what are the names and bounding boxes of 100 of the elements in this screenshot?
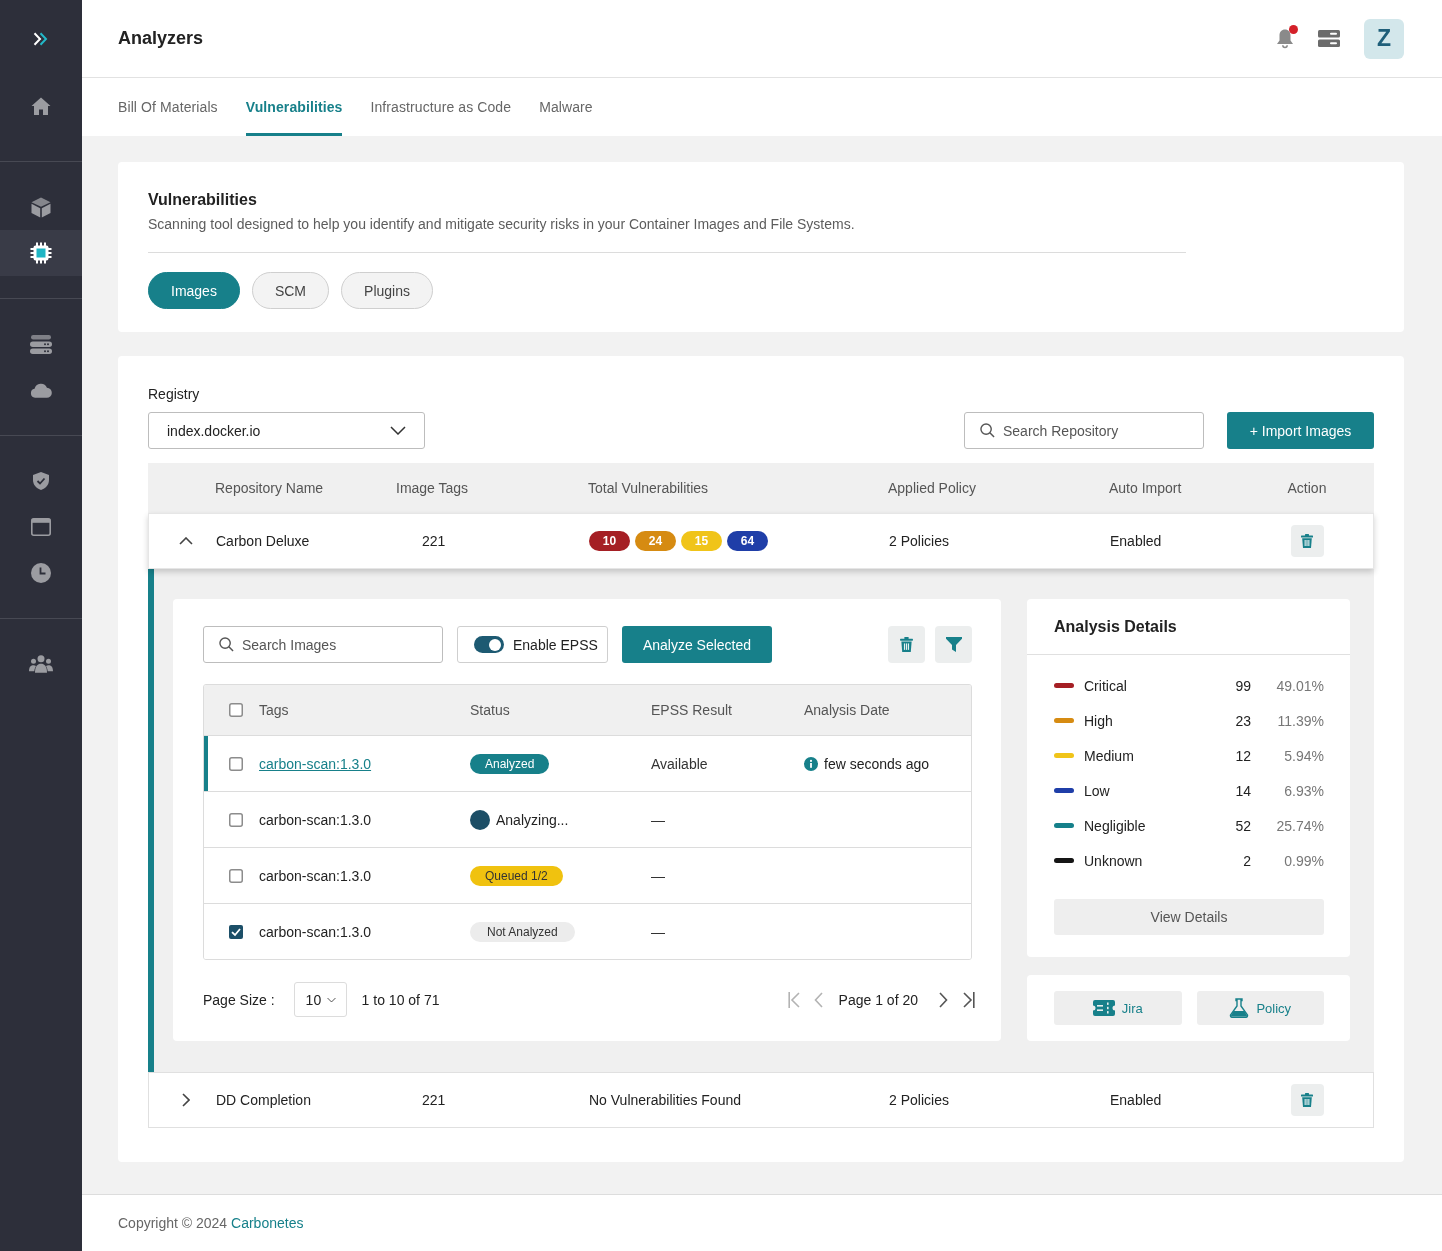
severity-percent: 0.99%	[1283, 852, 1324, 869]
status-tag: Analyzed	[470, 753, 550, 774]
column-header: Analysis Date	[804, 702, 891, 718]
company-link[interactable]: Carbonetes	[231, 1215, 304, 1231]
server-stack-icon[interactable]	[1318, 30, 1340, 47]
analysis-date: few seconds ago	[824, 755, 930, 772]
search-repository-field[interactable]: Search Repository	[964, 412, 1204, 449]
image-tag-link[interactable]: carbon-scan:1.3.0	[259, 755, 372, 772]
checkbox[interactable]	[229, 703, 243, 717]
status-tag: Queued 1/2	[470, 865, 563, 886]
tab[interactable]: Bill Of Materials	[118, 78, 218, 136]
page-indicator: Page 1 of 20	[838, 991, 918, 1008]
severity-count: 23	[1235, 712, 1251, 729]
section-description: Scanning tool designed to help you identify and mitigate security risks in your Container Images and File Systems.	[148, 216, 856, 232]
filter-button[interactable]	[935, 626, 972, 663]
severity-percent: 49.01%	[1275, 677, 1324, 694]
image-tag: carbon-scan:1.3.0	[259, 867, 372, 884]
applied-policy: 2 Policies	[889, 533, 949, 549]
column-header: Applied Policy	[888, 480, 977, 496]
search-images-field[interactable]: Search Images	[203, 626, 443, 663]
server-stack-icon	[30, 334, 52, 354]
search-icon	[980, 423, 995, 438]
column-header: Auto Import	[1109, 480, 1183, 496]
image-tag: carbon-scan:1.3.0	[259, 811, 372, 828]
tab[interactable]: Infrastructure as Code	[370, 78, 512, 136]
epss-toggle-button[interactable]: Enable EPSS	[457, 626, 608, 663]
severity-count: 12	[1235, 747, 1251, 764]
chevron-down-icon	[327, 996, 337, 1003]
tab[interactable]: Vulnerabilities	[245, 78, 343, 136]
expand-sidebar-icon[interactable]	[33, 31, 49, 46]
vulnerability-count: 64	[727, 531, 768, 551]
toggle-switch[interactable]	[474, 636, 504, 653]
integration-button[interactable]: Jira	[1054, 991, 1182, 1025]
delete-button[interactable]	[1290, 525, 1324, 557]
home-icon	[31, 97, 51, 115]
trash-icon	[1301, 1093, 1313, 1107]
no-vulnerabilities-text: No Vulnerabilities Found	[589, 1092, 741, 1108]
next-page-icon[interactable]	[939, 991, 948, 1008]
trash-icon	[1301, 534, 1313, 548]
ticket-icon	[1092, 1000, 1115, 1016]
shield-check-icon	[33, 472, 49, 490]
import-images-button[interactable]: + Import Images	[1227, 412, 1374, 449]
checkbox[interactable]	[229, 756, 243, 771]
registry-dropdown[interactable]: index.docker.io	[148, 412, 425, 449]
epss-result: —	[651, 923, 665, 940]
column-header: EPSS Result	[651, 702, 733, 718]
analyze-selected-button[interactable]: Analyze Selected	[622, 626, 772, 663]
severity-percent: 11.39%	[1276, 712, 1324, 729]
checkbox[interactable]	[229, 924, 243, 939]
auto-import-status: Enabled	[1110, 1092, 1162, 1108]
source-filter-button[interactable]: SCM	[251, 272, 330, 309]
severity-label: High	[1084, 712, 1114, 729]
trash-icon	[900, 637, 913, 652]
severity-label: Medium	[1084, 747, 1135, 764]
severity-percent: 5.94%	[1283, 747, 1324, 764]
last-page-icon[interactable]	[963, 991, 975, 1008]
severity-percent: 6.93%	[1283, 782, 1324, 799]
column-header: Image Tags	[396, 480, 470, 496]
integration-button[interactable]: Policy	[1196, 991, 1324, 1025]
delete-button[interactable]	[1290, 1084, 1324, 1116]
cloud-icon	[30, 382, 52, 398]
column-header: Repository Name	[215, 480, 325, 496]
status-tag: Not Analyzed	[470, 921, 575, 942]
repository-name: DD Completion	[216, 1092, 311, 1108]
flask-icon	[1229, 998, 1250, 1018]
applied-policy: 2 Policies	[889, 1092, 949, 1108]
vulnerability-count: 24	[635, 531, 676, 551]
source-filter-button[interactable]: Images	[148, 272, 240, 309]
checkbox[interactable]	[229, 868, 243, 883]
column-header: Action	[1286, 480, 1328, 496]
epss-result: Available	[651, 755, 708, 772]
severity-percent: 25.74%	[1275, 817, 1324, 834]
source-filter-button[interactable]: Plugins	[341, 272, 433, 309]
bell-icon[interactable]	[1276, 28, 1294, 49]
severity-label: Unknown	[1084, 852, 1144, 869]
vulnerability-count: 10	[589, 531, 630, 551]
panel-title: Analysis Details	[1027, 599, 1350, 655]
sidebar-nav-item[interactable]	[0, 230, 82, 276]
severity-count: 52	[1235, 817, 1251, 834]
checkbox[interactable]	[229, 812, 243, 827]
page-title: Analyzers	[118, 28, 204, 49]
chevron-right-icon[interactable]	[182, 1093, 190, 1107]
column-header: Status	[470, 702, 511, 718]
column-header: Tags	[259, 702, 290, 718]
page-size-select[interactable]: 10	[293, 982, 347, 1017]
user-avatar[interactable]: Z	[1364, 18, 1404, 59]
status-dot-icon	[470, 809, 490, 830]
view-details-button[interactable]: View Details	[1054, 899, 1324, 935]
cube-icon	[31, 196, 51, 218]
delete-button[interactable]	[888, 626, 925, 663]
chevron-up-icon[interactable]	[179, 537, 193, 545]
chevron-down-icon	[390, 426, 406, 435]
image-tag: carbon-scan:1.3.0	[259, 923, 372, 940]
tab[interactable]: Malware	[539, 78, 593, 136]
severity-label: Negligible	[1084, 817, 1147, 834]
image-tag-count: 221	[422, 533, 446, 549]
browser-window-icon	[31, 518, 51, 536]
auto-import-status: Enabled	[1110, 533, 1162, 549]
page-range: 1 to 10 of 71	[361, 991, 440, 1008]
search-icon	[219, 637, 234, 652]
